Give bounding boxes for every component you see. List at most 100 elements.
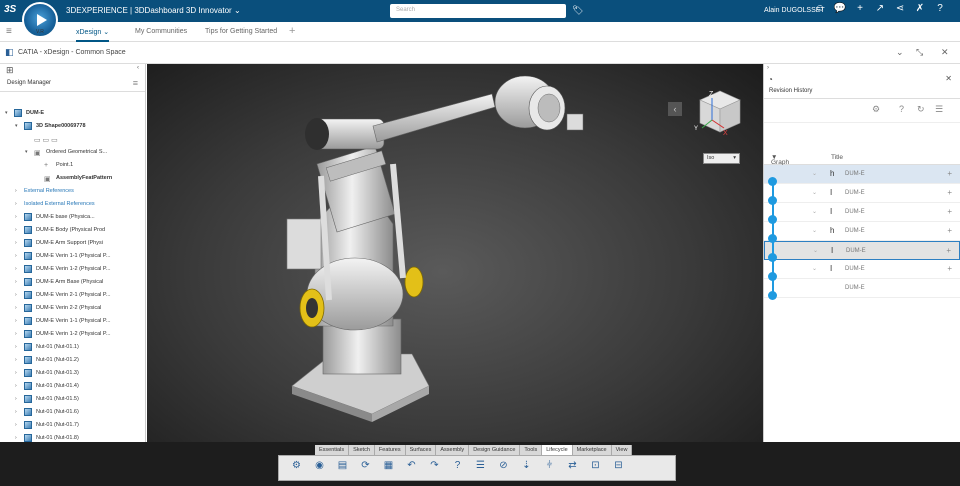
chevron-right-icon[interactable]: › bbox=[15, 266, 17, 272]
revision-node[interactable] bbox=[768, 234, 777, 243]
tree-item[interactable]: › Nut-01 (Nut-01.4) bbox=[0, 380, 145, 393]
undo-icon[interactable]: ↶ bbox=[402, 460, 421, 476]
3d-viewport[interactable] bbox=[147, 64, 763, 442]
revision-node[interactable] bbox=[768, 215, 777, 224]
chevron-right-icon[interactable]: › bbox=[15, 305, 17, 311]
tree-item[interactable]: › DUM-E Body (Physical Prod bbox=[0, 224, 145, 237]
chevron-right-icon[interactable]: › bbox=[15, 370, 17, 376]
tab-tools[interactable]: Tools bbox=[520, 445, 543, 455]
add-tab-button[interactable]: + bbox=[289, 25, 295, 37]
column-title[interactable]: Title bbox=[831, 154, 843, 161]
chevron-right-icon[interactable]: › bbox=[15, 331, 17, 337]
chevron-down-icon[interactable]: ⌄ bbox=[896, 47, 904, 58]
menu-icon[interactable]: ≡ bbox=[6, 26, 12, 37]
branch-icon[interactable]: ⫩ bbox=[540, 460, 559, 476]
revision-row[interactable]: ⌄ I DUM-E + bbox=[764, 241, 960, 260]
chevron-left-icon[interactable]: ‹ bbox=[668, 102, 682, 116]
chevron-down-icon[interactable]: ⌄ bbox=[812, 265, 817, 272]
chevron-down-icon[interactable]: ⌄ bbox=[812, 208, 817, 215]
chevron-right-icon[interactable]: › bbox=[15, 409, 17, 415]
add-icon[interactable]: + bbox=[946, 246, 951, 255]
list-icon[interactable]: ☰ bbox=[935, 104, 943, 115]
column-graph[interactable]: Graph ▼ bbox=[771, 154, 789, 166]
chevron-down-icon[interactable]: ⌄ bbox=[812, 170, 817, 177]
revision-row[interactable]: ⌄ I DUM-E + bbox=[764, 260, 960, 279]
chevron-right-icon[interactable]: › bbox=[15, 279, 17, 285]
chevron-right-icon[interactable]: › bbox=[15, 214, 17, 220]
add-icon[interactable]: + bbox=[947, 207, 952, 216]
tab-design-guidance[interactable]: Design Guidance bbox=[469, 445, 521, 455]
tab-assembly[interactable]: Assembly bbox=[436, 445, 470, 455]
revision-row[interactable]: ⌄ h DUM-E + bbox=[764, 222, 960, 241]
chevron-right-icon[interactable]: › bbox=[15, 357, 17, 363]
help-icon[interactable]: ? bbox=[899, 104, 904, 114]
settings-icon[interactable]: ⚙ bbox=[872, 104, 880, 115]
revision-row[interactable]: ⌄ I DUM-E + bbox=[764, 203, 960, 222]
chevron-right-icon[interactable]: › bbox=[15, 227, 17, 233]
search-input[interactable]: Search bbox=[390, 4, 566, 18]
tree-item[interactable]: › Nut-01 (Nut-01.6) bbox=[0, 406, 145, 419]
close-icon[interactable]: ✕ bbox=[945, 74, 952, 83]
chevron-right-icon[interactable]: › bbox=[15, 240, 17, 246]
add-icon[interactable]: + bbox=[947, 169, 952, 178]
tab-marketplace[interactable]: Marketplace bbox=[573, 445, 612, 455]
tree-item[interactable]: › DUM-E Verin 1-1 (Physical P... bbox=[0, 250, 145, 263]
chevron-right-icon[interactable]: › bbox=[15, 383, 17, 389]
revision-row[interactable]: ⌄ I DUM-E + bbox=[764, 184, 960, 203]
chevron-right-icon[interactable]: › bbox=[15, 188, 17, 194]
app-title[interactable]: 3DEXPERIENCE | 3DDashboard 3D Innovator … bbox=[66, 6, 241, 15]
share-network-icon[interactable]: ⋖ bbox=[890, 3, 910, 14]
tree-item[interactable]: ▾ DUM-E bbox=[0, 107, 145, 120]
tree-item[interactable]: › DUM-E base (Physica... bbox=[0, 211, 145, 224]
tab-essentials[interactable]: Essentials bbox=[315, 445, 350, 455]
tree-icon[interactable]: ⊞ bbox=[6, 65, 14, 75]
avatar[interactable]: ☺ bbox=[810, 3, 830, 14]
tree-icon[interactable]: ☰ bbox=[471, 460, 490, 476]
view-selector[interactable]: Iso ▾ bbox=[703, 153, 740, 164]
add-icon[interactable]: + bbox=[947, 226, 952, 235]
chevron-right-icon[interactable]: › bbox=[15, 201, 17, 207]
close-icon[interactable]: ✕ bbox=[941, 47, 949, 58]
chevron-right-icon[interactable]: › bbox=[15, 422, 17, 428]
add-icon[interactable]: + bbox=[850, 3, 870, 14]
lock-icon[interactable]: ⊡ bbox=[586, 460, 605, 476]
revision-node[interactable] bbox=[768, 291, 777, 300]
panel-expand-icon[interactable]: › bbox=[764, 64, 960, 74]
tree-item[interactable]: + Point.1 bbox=[0, 159, 145, 172]
tree-item[interactable]: › Nut-01 (Nut-01.1) bbox=[0, 341, 145, 354]
tree-item[interactable]: › Isolated External References bbox=[0, 198, 145, 211]
transfer-icon[interactable]: ⇄ bbox=[563, 460, 582, 476]
add-icon[interactable]: + bbox=[947, 188, 952, 197]
tree-item[interactable]: ▾ ▣ Ordered Geometrical S... bbox=[0, 146, 145, 159]
redo-icon[interactable]: ↷ bbox=[425, 460, 444, 476]
tree-item[interactable]: › DUM-E Verin 1-2 (Physical P... bbox=[0, 328, 145, 341]
share-icon[interactable]: ↗ bbox=[870, 3, 890, 14]
compass-icon[interactable]: ◉ bbox=[310, 460, 329, 476]
revision-node[interactable] bbox=[768, 253, 777, 262]
menu-icon[interactable]: ≡ bbox=[133, 78, 138, 88]
chevron-down-icon[interactable]: ▾ bbox=[15, 123, 18, 129]
chevron-down-icon[interactable]: ⌄ bbox=[812, 189, 817, 196]
revision-node[interactable] bbox=[768, 177, 777, 186]
tab-features[interactable]: Features bbox=[375, 445, 406, 455]
save-icon[interactable]: ▦ bbox=[379, 460, 398, 476]
tab-surfaces[interactable]: Surfaces bbox=[406, 445, 437, 455]
tag-icon[interactable]: 🏷 bbox=[572, 5, 583, 16]
unlock-icon[interactable]: ⊟ bbox=[609, 460, 628, 476]
chevron-down-icon[interactable]: ▾ bbox=[25, 149, 28, 155]
tab-sketch[interactable]: Sketch bbox=[349, 445, 375, 455]
chevron-right-icon[interactable]: › bbox=[15, 292, 17, 298]
revision-node[interactable] bbox=[768, 272, 777, 281]
tree-item[interactable]: › External References bbox=[0, 185, 145, 198]
refresh-icon[interactable]: ⟳ bbox=[356, 460, 375, 476]
tab-my-communities[interactable]: My Communities bbox=[135, 28, 187, 35]
chevron-right-icon[interactable]: › bbox=[15, 318, 17, 324]
revision-row[interactable]: DUM-E bbox=[764, 279, 960, 298]
chevron-down-icon[interactable]: ▾ bbox=[5, 110, 8, 116]
navigate-icon[interactable]: ⊘ bbox=[494, 460, 513, 476]
robot-arm-model[interactable] bbox=[147, 64, 763, 442]
tree-item[interactable]: ▭ ▭ ▭ bbox=[0, 133, 145, 146]
tree-item[interactable]: › DUM-E Verin 1-1 (Physical P... bbox=[0, 315, 145, 328]
tree-item[interactable]: › DUM-E Verin 1-2 (Physical P... bbox=[0, 263, 145, 276]
chevron-down-icon[interactable]: ⌄ bbox=[813, 247, 818, 254]
